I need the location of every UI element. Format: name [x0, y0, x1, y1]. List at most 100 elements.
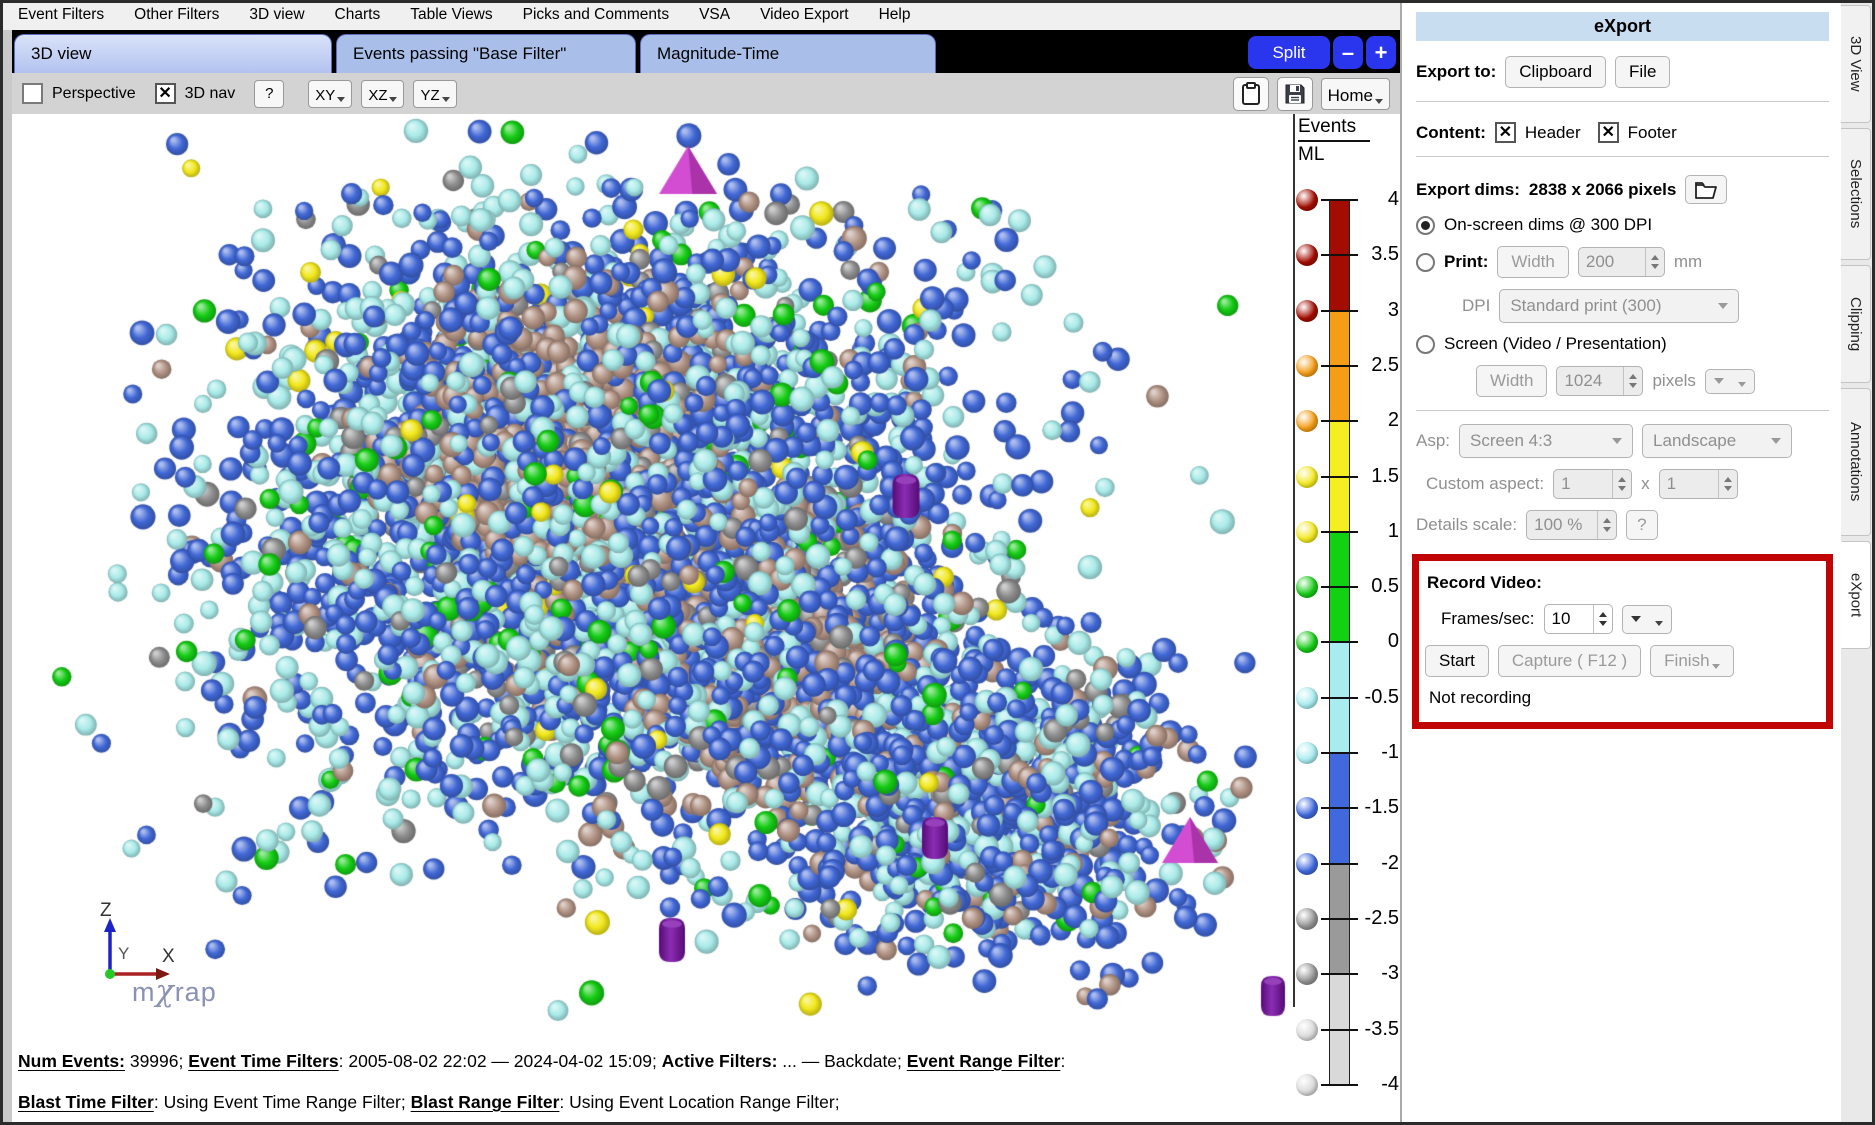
screen-radio[interactable] — [1416, 335, 1435, 354]
spinner-down-icon — [1629, 383, 1637, 388]
record-video-highlight: Record Video: Frames/sec: Start Capture … — [1412, 554, 1833, 729]
legend-tick-label: -2.5 — [1357, 907, 1399, 930]
help-button[interactable]: ? — [254, 80, 284, 108]
chevron-down-icon — [337, 97, 345, 102]
status-segment: 39996; — [125, 1051, 188, 1071]
z-axis-label: Z — [100, 900, 112, 922]
menu-item-table-views[interactable]: Table Views — [410, 6, 492, 24]
menu-item-picks-and-comments[interactable]: Picks and Comments — [523, 6, 669, 24]
side-tab-3d-view[interactable]: 3D View — [1841, 5, 1871, 123]
menu-bar: Event Filters Other Filters 3D view Charts T… — [0, 0, 1418, 31]
chevron-down-icon — [1738, 382, 1746, 387]
aspect-dropdown: Screen 4:3 — [1459, 424, 1633, 458]
view-tab-1[interactable]: 3D view — [14, 34, 332, 73]
check-icon: ✕ — [1601, 125, 1614, 141]
3d-nav-checkbox[interactable]: ✕ — [155, 83, 176, 104]
view-yz-button[interactable]: YZ — [413, 80, 456, 108]
fps-input[interactable] — [1545, 605, 1593, 633]
orientation-dropdown: Landscape — [1642, 424, 1792, 458]
legend-tick — [1321, 807, 1358, 809]
menu-item-help[interactable]: Help — [879, 6, 911, 24]
side-tab-clipping[interactable]: Clipping — [1841, 265, 1871, 383]
export-file-button[interactable]: File — [1615, 56, 1670, 88]
legend-sphere — [1296, 466, 1318, 488]
details-scale-help-button: ? — [1626, 510, 1657, 540]
print-radio[interactable] — [1416, 253, 1435, 272]
legend-tick-label: 4 — [1357, 188, 1399, 211]
menu-item-event-filters[interactable]: Event Filters — [18, 6, 104, 24]
tab-actions: Split – + — [1248, 36, 1400, 73]
add-tab-button[interactable]: + — [1366, 36, 1396, 69]
print-width-button: Width — [1497, 246, 1568, 278]
side-tab-export[interactable]: eXport — [1841, 541, 1871, 649]
details-scale-field — [1526, 510, 1617, 540]
legend-sphere — [1296, 521, 1318, 543]
spinner-up-icon — [1599, 612, 1607, 617]
legend-tick-label: -3.5 — [1357, 1018, 1399, 1041]
legend-sphere — [1296, 631, 1318, 653]
side-tab-selections[interactable]: Selections — [1841, 128, 1871, 260]
start-recording-button[interactable]: Start — [1425, 645, 1489, 677]
spinner-down-icon — [1724, 486, 1732, 491]
legend-tick — [1321, 476, 1358, 478]
menu-item-3d-view[interactable]: 3D view — [249, 6, 304, 24]
open-folder-button[interactable] — [1685, 175, 1727, 204]
chevron-down-icon — [1631, 616, 1641, 622]
fps-preset-dropdown[interactable] — [1622, 605, 1672, 634]
divider — [1416, 156, 1829, 157]
export-dims-label: Export dims: — [1416, 180, 1520, 200]
menu-item-vsa[interactable]: VSA — [699, 6, 730, 24]
view-xz-button[interactable]: XZ — [361, 80, 404, 108]
save-image-button[interactable] — [1277, 77, 1313, 111]
save-icon — [1284, 83, 1306, 105]
export-clipboard-button[interactable]: Clipboard — [1505, 56, 1606, 88]
legend-tick-label: 3.5 — [1357, 243, 1399, 266]
spinner-down-icon — [1618, 486, 1626, 491]
view-tab-3[interactable]: Magnitude-Time — [640, 34, 936, 73]
spinner-down-icon — [1651, 264, 1659, 269]
spinner-up-icon — [1603, 518, 1611, 523]
legend-tick-label: 0.5 — [1357, 575, 1399, 598]
fps-field[interactable] — [1544, 604, 1613, 634]
legend-tick — [1321, 531, 1358, 533]
minimize-tab-button[interactable]: – — [1333, 36, 1363, 69]
home-button[interactable]: Home — [1321, 78, 1390, 110]
status-segment: Event Range Filter — [907, 1051, 1061, 1071]
fps-spinner[interactable] — [1593, 605, 1612, 633]
view-xy-button[interactable]: XY — [308, 80, 352, 108]
legend-tick-label: 0 — [1357, 630, 1399, 653]
check-icon: ✕ — [1499, 125, 1512, 141]
header-checkbox[interactable]: ✕ — [1495, 122, 1516, 143]
screen-width-button: Width — [1476, 365, 1547, 397]
spinner — [1597, 511, 1616, 539]
side-tab-annotations[interactable]: Annotations — [1841, 388, 1871, 536]
view-tab-bar: 3D viewEvents passing "Base Filter"Magni… — [12, 30, 1400, 73]
screen-width-field — [1556, 366, 1643, 396]
legend-tick — [1321, 1084, 1358, 1086]
legend-sphere — [1296, 797, 1318, 819]
capture-frame-button: Capture ( F12 ) — [1498, 645, 1641, 677]
3d-nav-label: 3D nav — [185, 85, 236, 103]
status-segment: Blast Time Filter — [18, 1092, 154, 1112]
menu-item-charts[interactable]: Charts — [335, 6, 381, 24]
menu-item-other-filters[interactable]: Other Filters — [134, 6, 219, 24]
3d-scatter-canvas[interactable] — [12, 114, 1293, 1045]
legend-tick-label: -3 — [1357, 962, 1399, 985]
onscreen-dims-radio[interactable] — [1416, 216, 1435, 235]
legend-tick-label: -1.5 — [1357, 796, 1399, 819]
legend-tick — [1321, 752, 1358, 754]
chevron-down-icon — [389, 97, 397, 102]
legend-tick-label: 2.5 — [1357, 354, 1399, 377]
split-button[interactable]: Split — [1248, 36, 1330, 69]
menu-item-video-export[interactable]: Video Export — [760, 6, 848, 24]
spinner — [1718, 470, 1737, 498]
x-axis-label: X — [162, 946, 175, 968]
legend-tick — [1321, 641, 1358, 643]
view-tab-2[interactable]: Events passing "Base Filter" — [336, 34, 636, 73]
legend-tick-label: 3 — [1357, 299, 1399, 322]
copy-to-clipboard-button[interactable] — [1233, 77, 1269, 111]
status-bar: Num Events: 39996; Event Time Filters: 2… — [12, 1045, 1293, 1122]
footer-checkbox[interactable]: ✕ — [1598, 122, 1619, 143]
perspective-checkbox[interactable] — [22, 83, 43, 104]
divider — [1416, 101, 1829, 102]
